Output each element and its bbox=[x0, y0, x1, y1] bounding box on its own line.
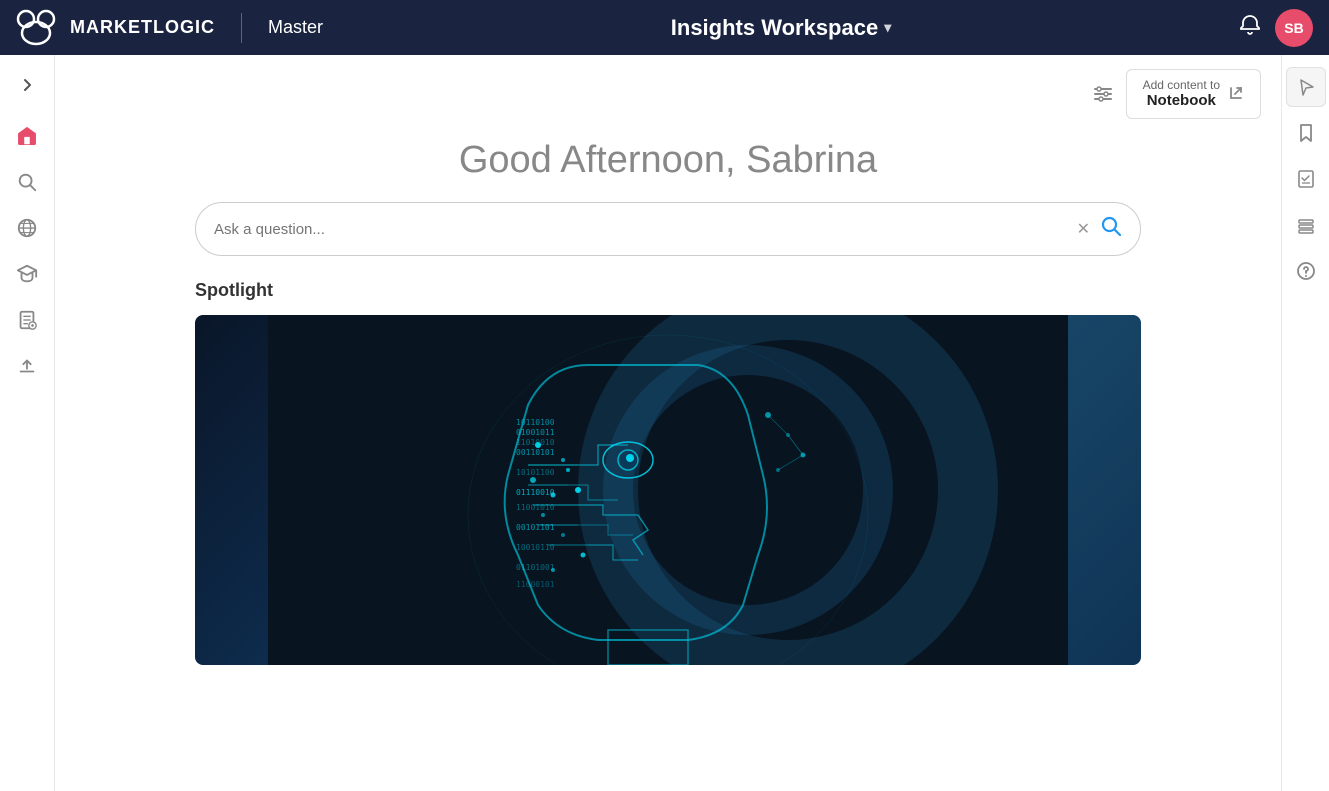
top-navigation: MARKETLOGIC Master Insights Workspace ▾ … bbox=[0, 0, 1329, 55]
search-input[interactable] bbox=[214, 221, 1067, 238]
sidebar-item-globe[interactable] bbox=[6, 207, 48, 249]
spotlight-section: Spotlight bbox=[55, 280, 1281, 665]
nav-divider bbox=[241, 13, 242, 43]
svg-text:11010010: 11010010 bbox=[516, 438, 555, 447]
svg-text:01101001: 01101001 bbox=[516, 563, 555, 572]
insights-workspace-button[interactable]: Insights Workspace ▾ bbox=[671, 15, 891, 41]
svg-text:10010110: 10010110 bbox=[516, 543, 555, 552]
svg-text:10110100: 10110100 bbox=[516, 418, 555, 427]
greeting-section: Good Afternoon, Sabrina bbox=[55, 129, 1281, 202]
svg-text:10101100: 10101100 bbox=[516, 468, 555, 477]
svg-text:00110101: 00110101 bbox=[516, 448, 555, 457]
help-icon[interactable] bbox=[1286, 251, 1326, 291]
nav-center: Insights Workspace ▾ bbox=[323, 15, 1239, 41]
svg-text:11000101: 11000101 bbox=[516, 580, 555, 589]
spotlight-label: Spotlight bbox=[195, 280, 1141, 301]
cursor-tool-icon[interactable] bbox=[1286, 67, 1326, 107]
content-area: Add content to Notebook Good Afternoon, … bbox=[55, 55, 1281, 791]
sidebar-item-search[interactable] bbox=[6, 161, 48, 203]
marketlogic-logo[interactable] bbox=[16, 9, 58, 47]
logo-area: MARKETLOGIC Master bbox=[16, 9, 323, 47]
spotlight-image[interactable]: 10110100 01001011 11010010 00110101 1010… bbox=[195, 315, 1141, 665]
filter-icon[interactable] bbox=[1092, 83, 1114, 105]
bookmark-icon[interactable] bbox=[1286, 113, 1326, 153]
sidebar-item-home[interactable] bbox=[6, 115, 48, 157]
sidebar-item-reports[interactable] bbox=[6, 299, 48, 341]
checklist-icon[interactable] bbox=[1286, 159, 1326, 199]
sidebar-expand-button[interactable] bbox=[9, 67, 45, 103]
svg-text:01110010: 01110010 bbox=[516, 488, 555, 497]
stack-icon[interactable] bbox=[1286, 205, 1326, 245]
greeting-text: Good Afternoon, Sabrina bbox=[75, 139, 1261, 182]
sidebar-item-upload[interactable] bbox=[6, 345, 48, 387]
search-bar: ✕ bbox=[195, 202, 1141, 256]
user-avatar[interactable]: SB bbox=[1275, 9, 1313, 47]
nav-right: SB bbox=[1239, 9, 1313, 47]
workspace-chevron-icon: ▾ bbox=[884, 19, 891, 36]
svg-text:00101101: 00101101 bbox=[516, 523, 555, 532]
add-to-notebook-button[interactable]: Add content to Notebook bbox=[1126, 69, 1261, 119]
logo-text: MARKETLOGIC bbox=[70, 17, 215, 38]
svg-text:11001010: 11001010 bbox=[516, 503, 555, 512]
right-sidebar bbox=[1281, 55, 1329, 791]
sidebar-item-learning[interactable] bbox=[6, 253, 48, 295]
main-area: Add content to Notebook Good Afternoon, … bbox=[0, 55, 1329, 791]
search-submit-icon[interactable] bbox=[1100, 215, 1122, 243]
expand-icon bbox=[1228, 85, 1244, 104]
search-section: ✕ bbox=[55, 202, 1281, 280]
add-notebook-text: Add content to Notebook bbox=[1143, 78, 1220, 110]
content-toolbar: Add content to Notebook bbox=[55, 55, 1281, 129]
notification-bell-icon[interactable] bbox=[1239, 14, 1261, 42]
nav-master-label: Master bbox=[268, 17, 323, 38]
svg-text:01001011: 01001011 bbox=[516, 428, 555, 437]
left-sidebar bbox=[0, 55, 55, 791]
search-clear-icon[interactable]: ✕ bbox=[1077, 219, 1090, 239]
